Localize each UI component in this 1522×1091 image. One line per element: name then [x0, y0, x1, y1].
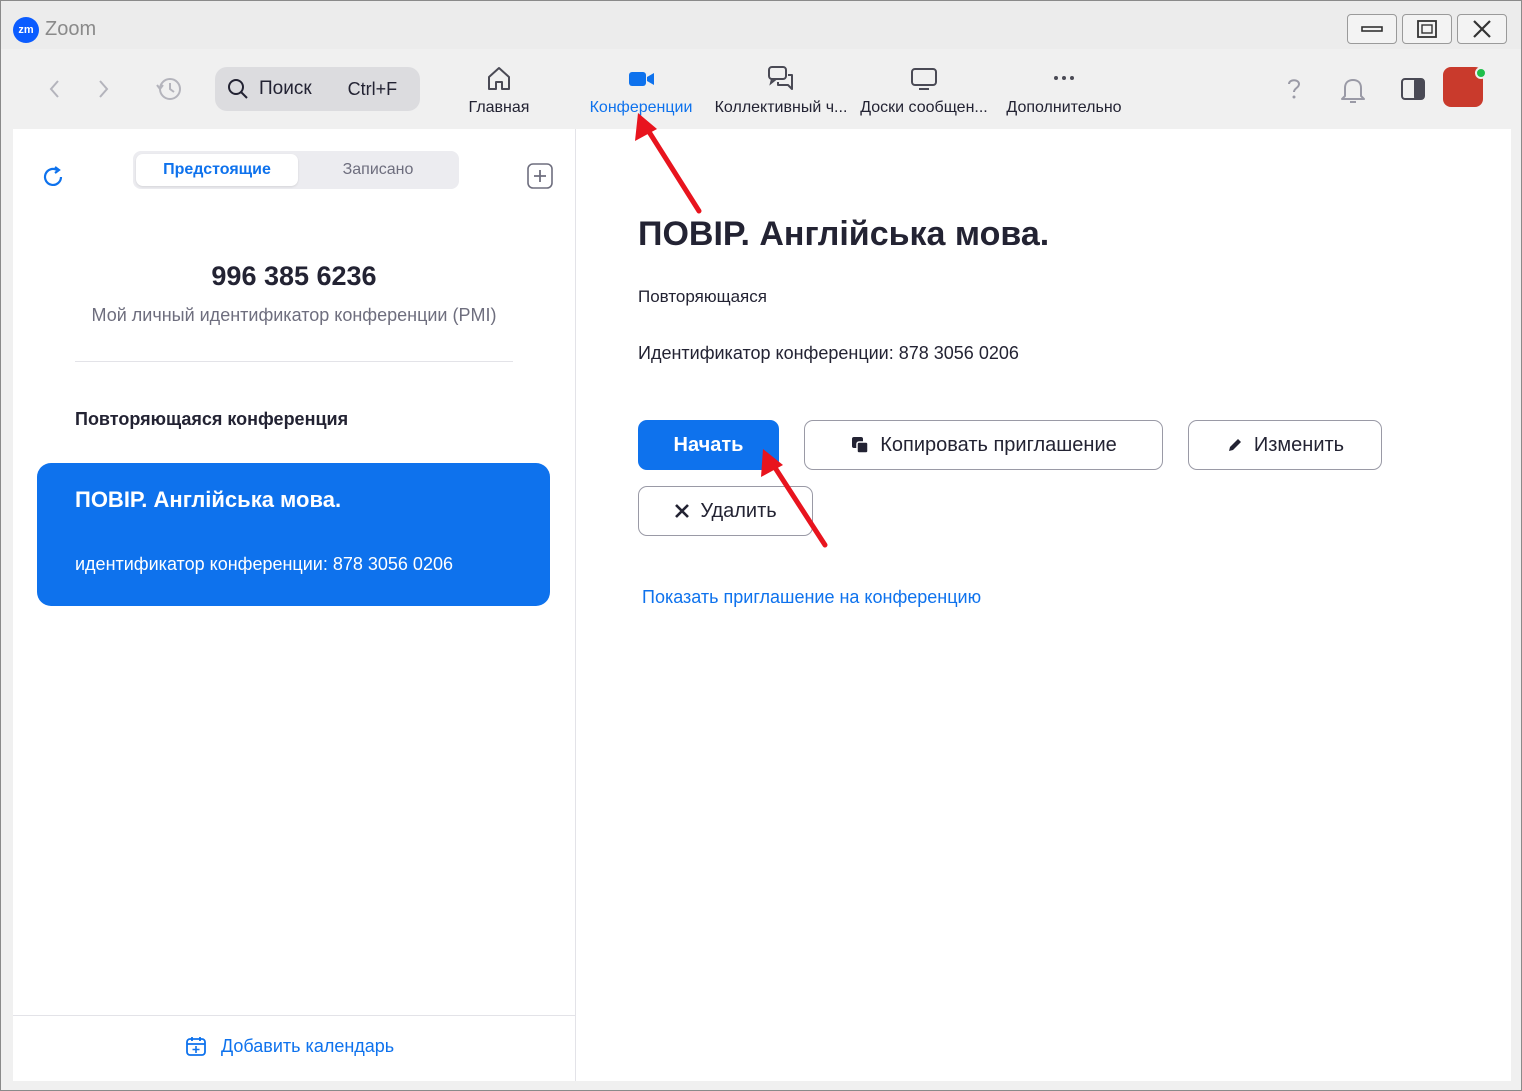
meeting-id: Идентификатор конференции: 878 3056 0206: [638, 343, 1019, 363]
window-title: Zoom: [45, 18, 97, 40]
pencil-icon: [1228, 439, 1241, 451]
divider: [75, 361, 513, 362]
close-button[interactable]: [1457, 14, 1507, 44]
tab-home-label: Главная: [468, 99, 530, 116]
help-icon[interactable]: [1281, 75, 1307, 103]
minimize-button[interactable]: [1347, 14, 1397, 44]
side-panel-icon[interactable]: [1399, 75, 1427, 103]
search-label: Поиск: [259, 78, 312, 99]
refresh-icon[interactable]: [41, 165, 65, 189]
edit-button-label: Изменить: [1253, 433, 1345, 456]
chat-bubbles-icon: [768, 66, 793, 90]
search-box[interactable]: Поиск Ctrl+F: [215, 67, 420, 111]
tab-more-label: Дополнительно: [1006, 99, 1122, 116]
footer-divider: [13, 1015, 575, 1016]
clock-history-icon[interactable]: [155, 75, 183, 103]
search-icon: [228, 79, 248, 99]
tab-more[interactable]: Дополнительно: [1001, 63, 1127, 117]
chevron-left-icon[interactable]: [43, 77, 67, 101]
tab-home[interactable]: Главная: [463, 63, 535, 117]
maximize-button[interactable]: [1402, 14, 1452, 44]
chevron-right-icon[interactable]: [91, 77, 115, 101]
zoom-logo-icon: zm: [13, 17, 39, 43]
toolbar: Поиск Ctrl+F Главная Конференции Коллект…: [13, 49, 1511, 129]
home-icon: [488, 67, 510, 90]
more-dots-icon: [1054, 76, 1074, 80]
tab-meetings[interactable]: Конференции: [583, 63, 699, 117]
recurring-section-title: Повторяющаяся конференция: [75, 409, 349, 429]
add-meeting-icon[interactable]: [527, 163, 553, 189]
delete-button-label: Удалить: [700, 499, 777, 522]
calendar-add-icon: [186, 1037, 206, 1056]
whiteboard-icon: [911, 68, 937, 90]
edit-button[interactable]: Изменить: [1188, 420, 1382, 470]
copy-icon: [852, 437, 869, 454]
bell-icon[interactable]: [1339, 75, 1367, 105]
tab-whiteboards[interactable]: Доски сообщен...: [855, 63, 993, 117]
close-icon: [1473, 20, 1491, 38]
title-bar: zm Zoom: [1, 1, 1521, 49]
meeting-detail-pane: ПОВІР. Англійська мова. Повторяющаяся Ид…: [576, 129, 1511, 1081]
presence-status-dot: [1475, 67, 1487, 79]
zoom-window: zm Zoom Поиск Ctrl+F Главная Конференции…: [0, 0, 1522, 1091]
search-shortcut: Ctrl+F: [347, 78, 398, 99]
add-calendar-link[interactable]: Добавить календарь: [185, 1035, 394, 1057]
pmi-label: Мой личный идентификатор конференции (PM…: [91, 305, 497, 325]
tab-meetings-label: Конференции: [589, 99, 693, 116]
meetings-list-pane: Предстоящие Записано 996 385 6236 Мой ли…: [13, 129, 575, 1081]
tab-upcoming[interactable]: Предстоящие: [136, 154, 298, 186]
tab-whiteboards-label: Доски сообщен...: [860, 99, 988, 116]
close-x-icon: [675, 504, 690, 518]
add-calendar-label: Добавить календарь: [221, 1035, 395, 1056]
minimize-icon: [1361, 26, 1383, 32]
delete-button[interactable]: Удалить: [638, 486, 813, 536]
meeting-card-title: ПОВІР. Англійська мова.: [75, 487, 342, 512]
start-button-label: Начать: [673, 433, 744, 456]
video-camera-icon: [629, 72, 654, 86]
tab-recorded[interactable]: Записано: [299, 154, 457, 186]
meeting-card[interactable]: ПОВІР. Англійська мова. идентификатор ко…: [37, 463, 550, 606]
pmi-number: 996 385 6236: [211, 261, 377, 291]
meeting-recurrence: Повторяющаяся: [638, 287, 767, 306]
tab-team-chat[interactable]: Коллективный ч...: [711, 63, 851, 117]
tab-team-chat-label: Коллективный ч...: [714, 99, 848, 116]
start-button[interactable]: Начать: [638, 420, 779, 470]
meeting-card-id: идентификатор конференции: 878 3056 0206: [75, 554, 453, 574]
meetings-segmented-control: Предстоящие Записано: [133, 151, 459, 189]
maximize-icon: [1417, 20, 1437, 38]
meeting-title: ПОВІР. Англійська мова.: [638, 215, 1050, 253]
show-invitation-link[interactable]: Показать приглашение на конференцию: [642, 587, 981, 608]
copy-invitation-button[interactable]: Копировать приглашение: [804, 420, 1163, 470]
copy-invitation-label: Копировать приглашение: [880, 433, 1117, 456]
